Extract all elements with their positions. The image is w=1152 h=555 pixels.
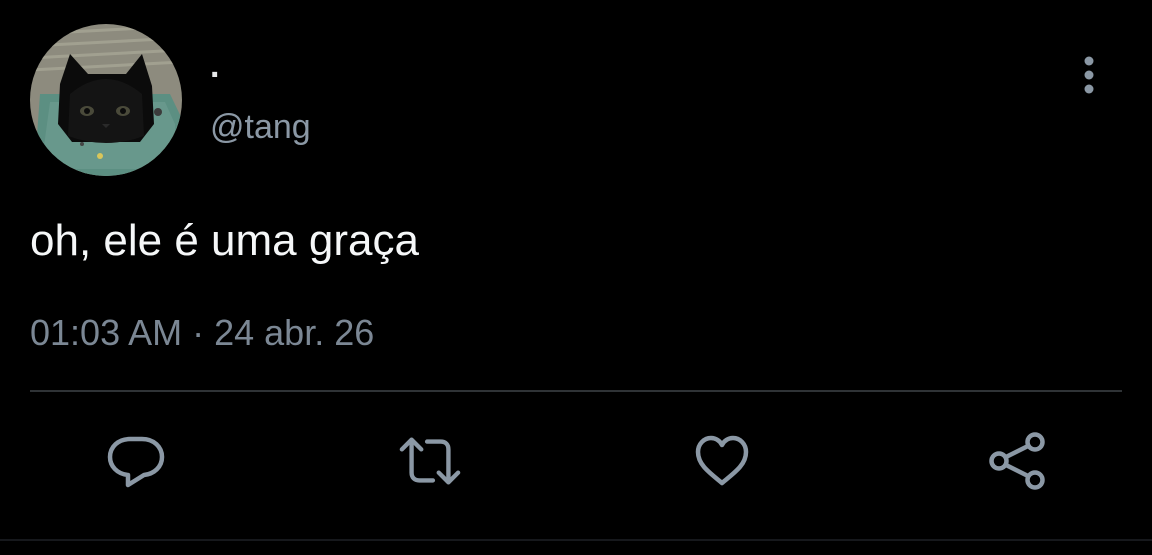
display-name[interactable]: . (210, 46, 219, 86)
share-icon (989, 432, 1045, 490)
user-handle[interactable]: @tang (210, 107, 311, 147)
tweet-date: 24 abr. 26 (214, 312, 375, 353)
reply-button[interactable] (104, 428, 168, 494)
more-vertical-icon (1084, 56, 1094, 94)
like-button[interactable] (690, 428, 754, 494)
tweet-time: 01:03 AM (30, 312, 183, 353)
bottom-divider (0, 539, 1152, 541)
avatar[interactable] (30, 24, 182, 176)
cat-avatar-icon (30, 24, 182, 176)
meta-separator: · (192, 312, 205, 353)
retweet-icon (399, 437, 461, 485)
share-button[interactable] (986, 428, 1050, 494)
tweet-timestamp[interactable]: 01:03 AM · 24 abr. 26 (30, 311, 374, 355)
heart-icon (695, 435, 749, 486)
more-options-button[interactable] (1070, 52, 1108, 98)
tweet-text: oh, ele é uma graça (30, 216, 419, 265)
reply-bubble-icon (107, 436, 165, 488)
divider (30, 390, 1122, 392)
tweet-card: . @tang oh, ele é uma graça 01:03 AM · 24 … (0, 0, 1152, 555)
retweet-button[interactable] (398, 428, 462, 494)
